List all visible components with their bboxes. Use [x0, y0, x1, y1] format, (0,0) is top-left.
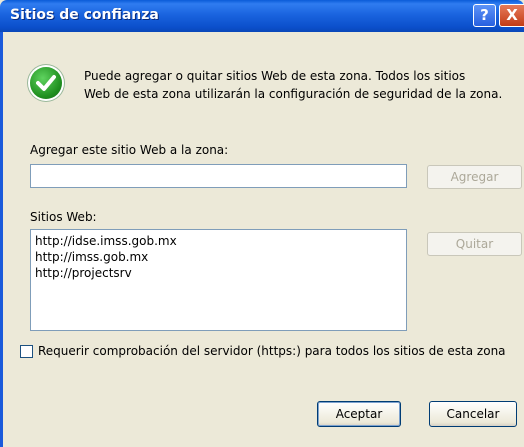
info-line-2: Web de esta zona utilizarán la configura…: [84, 87, 503, 101]
info-line-1: Puede agregar o quitar sitios Web de est…: [84, 69, 466, 83]
sites-label: Sitios Web:: [30, 210, 97, 224]
cancel-button[interactable]: Cancelar: [429, 401, 517, 427]
window-title: Sitios de confianza: [10, 7, 159, 23]
add-site-label: Agregar este sitio Web a la zona:: [30, 143, 229, 157]
checkmark-icon: [30, 67, 62, 99]
add-site-input[interactable]: [30, 164, 407, 188]
close-button[interactable]: X: [499, 4, 524, 27]
help-button[interactable]: ?: [473, 4, 496, 27]
remove-button[interactable]: Quitar: [427, 232, 522, 256]
ok-button[interactable]: Aceptar: [317, 401, 401, 427]
list-item[interactable]: http://imss.gob.mx: [35, 249, 402, 265]
require-https-checkbox[interactable]: [20, 345, 33, 358]
close-icon: X: [506, 6, 518, 24]
title-bar[interactable]: Sitios de confianza ? X: [0, 0, 524, 32]
require-https-label[interactable]: Requerir comprobación del servidor (http…: [38, 344, 506, 358]
help-icon: ?: [480, 6, 489, 24]
list-item[interactable]: http://projectsrv: [35, 265, 402, 281]
list-item[interactable]: http://idse.imss.gob.mx: [35, 233, 402, 249]
add-button[interactable]: Agregar: [427, 165, 522, 189]
sites-list[interactable]: http://idse.imss.gob.mx http://imss.gob.…: [30, 229, 407, 331]
window-frame-left: [0, 32, 3, 447]
info-text: Puede agregar o quitar sitios Web de est…: [84, 67, 524, 103]
